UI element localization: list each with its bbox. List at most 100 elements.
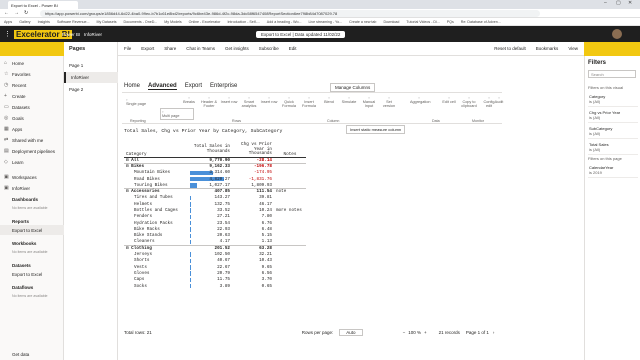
page-tab[interactable]: Page 1	[64, 60, 118, 71]
bookmark-item[interactable]: Introduction - Self-...	[227, 20, 259, 24]
bookmark-item[interactable]: My Datasets	[97, 20, 117, 24]
close-icon[interactable]: ✕	[628, 0, 632, 6]
zoom-in-icon[interactable]: +	[424, 330, 427, 335]
ribbon-button[interactable]: ▫ Insert row	[260, 96, 278, 104]
nav-item-learn[interactable]: ◇ Learn	[0, 157, 64, 167]
row-label-text: Mountain Bikes	[134, 170, 171, 176]
filters-search-input[interactable]: Search	[588, 70, 636, 78]
ribbon-button[interactable]: ▫ Smart analytics	[240, 96, 258, 108]
ribbon-button[interactable]: ▫ Manual Input	[360, 96, 378, 108]
page-tab[interactable]: InfoRiver	[64, 72, 118, 83]
cell-value: 201.52	[214, 246, 230, 252]
column-header-category[interactable]: Category	[124, 143, 190, 158]
nav-item-datasets[interactable]: ▭ Datasets	[0, 102, 64, 112]
chat-in-teams-button[interactable]: Chat in Teams	[186, 46, 215, 51]
cell-value: 9,162.33	[209, 164, 230, 170]
ribbon-button[interactable]: ▫ Header & Footer	[200, 96, 218, 108]
ribbon-tab-advanced[interactable]: Advanced	[148, 83, 177, 90]
bookmark-item[interactable]: Re: Database of Adven...	[461, 20, 501, 24]
ribbon-button[interactable]: ▫ Audit	[490, 96, 508, 104]
rows-per-page-select[interactable]: Auto	[339, 328, 363, 336]
filter-card[interactable]: Chg vs Prior Year is (All)	[588, 108, 638, 123]
nav-item-apps[interactable]: ▦ Apps	[0, 124, 64, 134]
nav-item-shared-with-me[interactable]: ⇄ Shared with me	[0, 135, 64, 145]
share-button[interactable]: Share	[164, 46, 176, 51]
row-label-text: Vests	[134, 264, 147, 270]
ribbon-tab-export[interactable]: Export	[185, 83, 202, 90]
ribbon-button[interactable]: ▫ Aggregation	[410, 96, 430, 104]
back-icon[interactable]: ←	[4, 10, 9, 16]
reset-default-button[interactable]: Reset to default	[494, 46, 526, 51]
table-row[interactable]: Socks 3.89 0.65	[124, 283, 306, 289]
ribbon-button[interactable]: ▫ Insert row	[220, 96, 238, 104]
ribbon-button[interactable]: ▫ Insert Formula	[300, 96, 318, 108]
column-header-total-sales[interactable]: Total Sales in Thousands	[190, 143, 232, 158]
nav-item-recent[interactable]: ◷ Recent	[0, 80, 64, 90]
ribbon-button[interactable]: ▫ Multi page	[160, 108, 194, 120]
ribbon-tab-enterprise[interactable]: Enterprise	[210, 83, 237, 90]
bookmark-item[interactable]: PQs	[447, 20, 454, 24]
ribbon-tab-home[interactable]: Home	[124, 83, 140, 90]
column-header-chg[interactable]: Chg vs Prior Year in Thousands	[232, 142, 274, 158]
ribbon-button[interactable]: ▫ Single page	[124, 96, 158, 108]
filter-card[interactable]: Total Sales is (All)	[588, 140, 638, 155]
nav-item-workspaces[interactable]: ▣ Workspaces	[0, 172, 64, 182]
bookmark-item[interactable]: My Models	[164, 20, 181, 24]
filter-card[interactable]: Category is (All)	[588, 92, 638, 107]
avatar[interactable]	[612, 29, 622, 39]
cell-notes[interactable]: more notes	[274, 207, 306, 213]
ribbon-button[interactable]: ▫ Edit cell	[440, 96, 458, 104]
get-data-link[interactable]: Get data	[0, 348, 64, 360]
nav-subitem[interactable]: Export to Excel	[0, 225, 64, 235]
bookmark-item[interactable]: Software Revenue...	[57, 20, 90, 24]
bookmark-item[interactable]: Live streaming - Yo...	[309, 20, 343, 24]
nav-item-create[interactable]: + Create	[0, 91, 64, 101]
forward-icon[interactable]: →	[14, 10, 19, 16]
column-header-notes[interactable]: Notes	[274, 143, 306, 158]
workspace-name[interactable]: InfoRiver	[84, 32, 102, 37]
bookmarks-button[interactable]: Bookmarks	[536, 46, 559, 51]
nav-item-home[interactable]: ⌂ Home	[0, 58, 64, 68]
cell-notes[interactable]	[274, 283, 306, 289]
bookmark-item[interactable]: Download	[383, 20, 399, 24]
row-label[interactable]: Socks	[124, 283, 190, 289]
file-menu[interactable]: File	[124, 46, 131, 51]
nav-item-favorites[interactable]: ☆ Favorites	[0, 69, 64, 79]
ribbon-button[interactable]: ▫ Set version	[380, 96, 398, 108]
bookmark-item[interactable]: Apps	[4, 20, 12, 24]
refresh-icon[interactable]: ↻	[24, 10, 28, 16]
filter-card[interactable]: CalendarYear is 2019	[588, 163, 638, 178]
ribbon-button[interactable]: ▫ Simulate	[340, 96, 358, 104]
bookmark-item[interactable]: Documents - OneD...	[124, 20, 158, 24]
bookmark-item[interactable]: Insights	[38, 20, 50, 24]
manage-columns-button[interactable]: Manage Columns	[330, 83, 376, 92]
nav-item-deployment-pipelines[interactable]: ▤ Deployment pipelines	[0, 146, 64, 156]
export-menu[interactable]: Export	[141, 46, 154, 51]
bookmark-item[interactable]: Add a heading - Wo...	[267, 20, 302, 24]
ribbon-button[interactable]: ▫ Blend	[320, 96, 338, 104]
page-tab[interactable]: Page 2	[64, 84, 118, 95]
ribbon-button[interactable]: ▫ Copy to clipboard	[460, 96, 478, 108]
address-bar[interactable]: https://app.powerbi.com/groups/e1856d44-…	[40, 10, 540, 17]
subscribe-button[interactable]: Subscribe	[259, 46, 279, 51]
bookmark-item[interactable]: Online - Excelerator	[189, 20, 221, 24]
get-insights-button[interactable]: Get insights	[225, 46, 249, 51]
view-button[interactable]: View	[568, 46, 578, 51]
next-page-icon[interactable]: ›	[493, 330, 495, 335]
zoom-level[interactable]: 100 %	[408, 330, 421, 335]
zoom-out-icon[interactable]: −	[403, 330, 406, 335]
filter-card[interactable]: SubCategory is (All)	[588, 124, 638, 139]
bookmark-item[interactable]: Create a new tab	[349, 20, 376, 24]
maximize-icon[interactable]: ▢	[616, 0, 621, 6]
manage-columns-label: Manage Columns	[335, 85, 371, 90]
bookmark-item[interactable]: Tutorial Videos - Di...	[406, 20, 439, 24]
nav-item-goals[interactable]: ◎ Goals	[0, 113, 64, 123]
minimize-icon[interactable]: –	[604, 0, 607, 6]
ribbon-button[interactable]: ▫ Breaks	[180, 96, 198, 104]
bookmark-item[interactable]: Gallery	[19, 20, 30, 24]
nav-subitem[interactable]: Export to Excel	[0, 269, 64, 279]
nav-item-inforiver[interactable]: ▣ InfoRiver	[0, 183, 64, 193]
browser-tab[interactable]: Export to Excel - Power BI	[8, 1, 78, 9]
ribbon-button[interactable]: ▫ Quick Formula	[280, 96, 298, 108]
edit-button[interactable]: Edit	[289, 46, 297, 51]
